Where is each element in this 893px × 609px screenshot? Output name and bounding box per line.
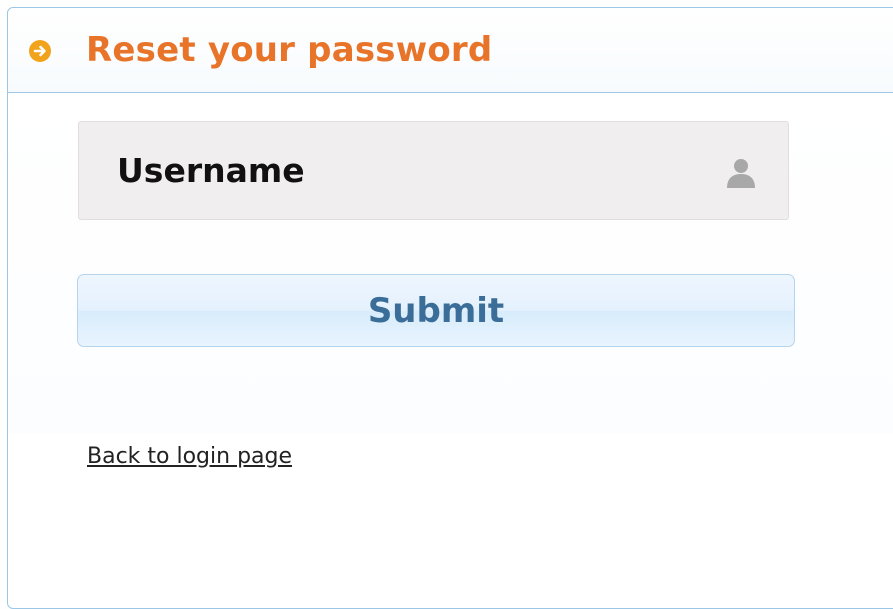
arrow-right-circle-icon xyxy=(29,40,51,62)
submit-button[interactable]: Submit xyxy=(77,274,795,347)
panel-header: Reset your password xyxy=(8,8,893,93)
back-to-login-link[interactable]: Back to login page xyxy=(87,444,292,469)
page-title: Reset your password xyxy=(86,30,493,70)
username-field[interactable] xyxy=(78,121,789,220)
username-input[interactable] xyxy=(79,122,788,219)
user-icon xyxy=(724,157,758,189)
